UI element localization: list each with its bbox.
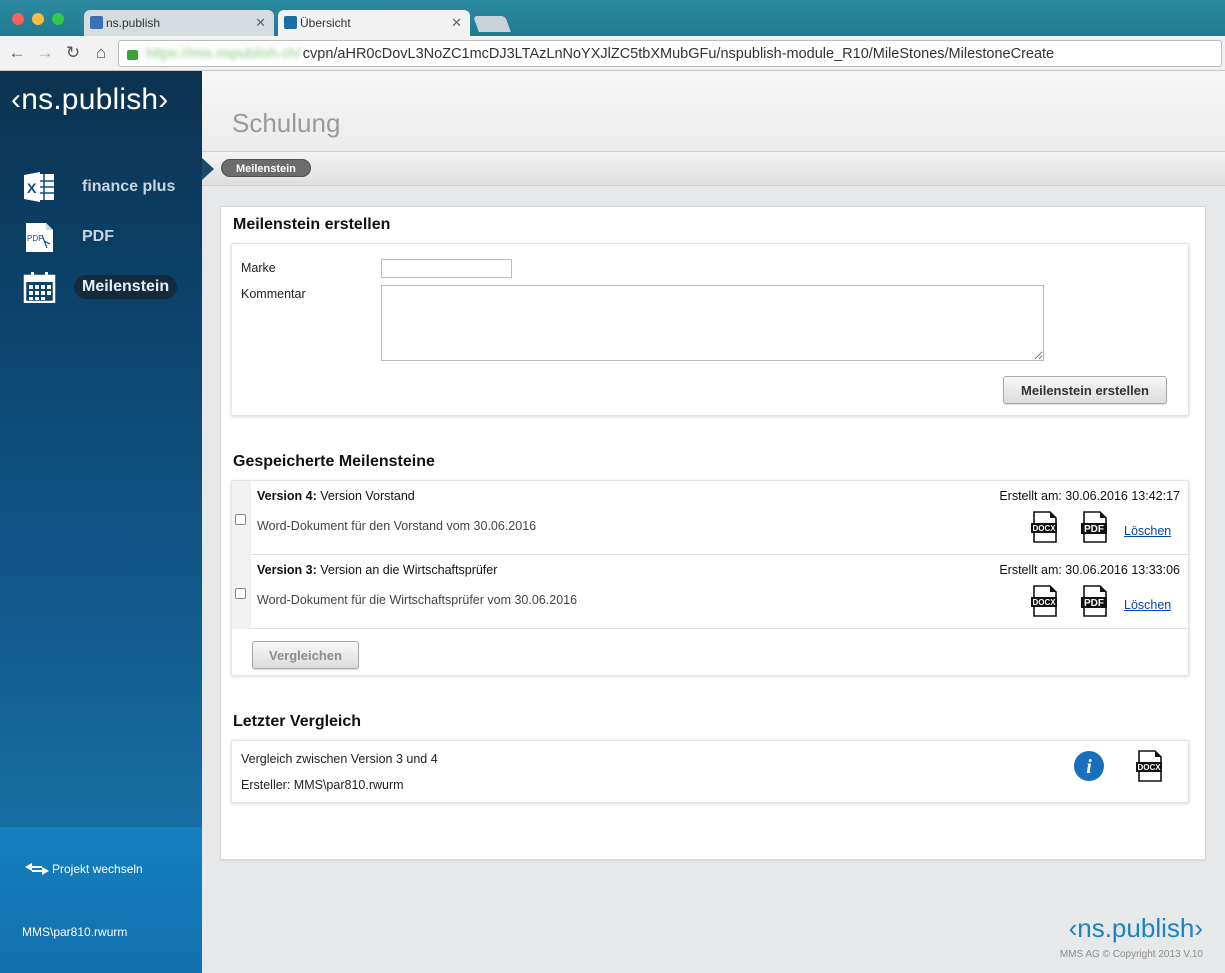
milestone-name: Version an die Wirtschaftsprüfer xyxy=(320,563,498,577)
milestone-title: Version 4: Version Vorstand xyxy=(257,489,415,503)
breadcrumb-item-meilenstein[interactable]: Meilenstein xyxy=(221,159,311,177)
docx-download-icon[interactable]: DOCX xyxy=(1135,750,1163,782)
pdf-download-icon[interactable]: PDF xyxy=(1080,585,1108,617)
docx-label: DOCX xyxy=(1032,598,1056,607)
row-checkbox-column xyxy=(232,481,251,555)
docx-label: DOCX xyxy=(1137,763,1161,772)
marke-input[interactable] xyxy=(381,259,512,278)
footer-logo: ‹ns.publish› xyxy=(1068,913,1203,943)
excel-icon: X xyxy=(22,171,56,203)
address-bar[interactable]: https://mis.nspublish.ch/ cvpn/aHR0cDovL… xyxy=(118,40,1222,67)
pdf-label: PDF xyxy=(1084,524,1104,535)
nspublish-favicon-icon xyxy=(284,16,297,29)
milestone-created: Erstellt am: 30.06.2016 13:33:06 xyxy=(999,563,1180,577)
sidebar-item-label: PDF xyxy=(82,228,114,245)
copyright-text: MMS AG © Copyright 2013 V.10 xyxy=(1059,949,1203,960)
breadcrumb-arrow-icon xyxy=(202,158,214,180)
last-compare-section-title: Letzter Vergleich xyxy=(233,713,362,730)
browser-tab-uebersicht[interactable]: Übersicht ✕ xyxy=(278,10,470,36)
new-tab-button[interactable] xyxy=(473,16,511,32)
close-tab-icon[interactable]: ✕ xyxy=(255,15,266,31)
sidebar: ‹ns.publish› X finance plus PDF PDF Meil… xyxy=(0,71,202,973)
create-milestone-form: Marke Kommentar Meilenstein erstellen xyxy=(231,243,1189,416)
milestone-title: Version 3: Version an die Wirtschaftsprü… xyxy=(257,563,497,577)
switch-project-link[interactable]: Projekt wechseln xyxy=(24,862,143,876)
saved-milestones-list: Version 4: Version Vorstand Erstellt am:… xyxy=(231,480,1190,676)
last-compare-card: Vergleich zwischen Version 3 und 4 Erste… xyxy=(231,740,1189,803)
delete-milestone-link[interactable]: Löschen xyxy=(1124,524,1171,538)
content-panel: Meilenstein erstellen Marke Kommentar Me… xyxy=(220,206,1206,860)
compare-button[interactable]: Vergleichen xyxy=(252,641,359,669)
compare-versions-text: Vergleich zwischen Version 3 und 4 xyxy=(241,752,438,766)
maximize-window-button[interactable] xyxy=(52,13,64,25)
close-window-button[interactable] xyxy=(12,13,24,25)
milestone-version: Version 4: xyxy=(257,489,317,503)
secure-lock-icon xyxy=(127,49,138,60)
milestone-version: Version 3: xyxy=(257,563,317,577)
sidebar-footer: Projekt wechseln MMS\par810.rwurm xyxy=(0,827,202,973)
sidebar-item-label: finance plus xyxy=(82,178,176,195)
milestone-row: Version 4: Version Vorstand Erstellt am:… xyxy=(232,481,1190,555)
browser-chrome: ns.publish ✕ Übersicht ✕ ← → ↻ ⌂ https:/… xyxy=(0,0,1225,71)
tab-label: Übersicht xyxy=(300,16,351,30)
delete-milestone-link[interactable]: Löschen xyxy=(1124,598,1171,612)
current-user: MMS\par810.rwurm xyxy=(22,925,128,939)
pdf-label: PDF xyxy=(1084,598,1104,609)
milestone-description: Word-Dokument für den Vorstand vom 30.06… xyxy=(257,519,537,533)
info-label: i xyxy=(1086,756,1092,778)
marke-label: Marke xyxy=(241,261,276,275)
switch-arrows-icon xyxy=(25,863,49,875)
sidebar-item-pdf[interactable]: PDF PDF xyxy=(22,221,122,253)
home-icon[interactable]: ⌂ xyxy=(91,43,111,63)
compare-author-text: Ersteller: MMS\par810.rwurm xyxy=(241,778,404,792)
url-path: cvpn/aHR0cDovL3NoZC1mcDJ3LTAzLnNoYXJlZC5… xyxy=(302,45,1055,62)
pdf-download-icon[interactable]: PDF xyxy=(1080,511,1108,543)
sidebar-item-finance-plus[interactable]: X finance plus xyxy=(22,171,183,203)
saved-section-title: Gespeicherte Meilensteine xyxy=(233,453,435,470)
forward-arrow-icon[interactable]: → xyxy=(35,43,55,63)
switch-project-label: Projekt wechseln xyxy=(52,862,143,876)
svg-text:PDF: PDF xyxy=(27,234,43,243)
milestone-checkbox[interactable] xyxy=(235,588,246,599)
browser-toolbar: ← → ↻ ⌂ https://mis.nspublish.ch/ cvpn/a… xyxy=(0,36,1225,71)
milestone-checkbox[interactable] xyxy=(235,514,246,525)
reload-icon[interactable]: ↻ xyxy=(63,43,83,63)
row-checkbox-column xyxy=(232,555,251,629)
back-arrow-icon[interactable]: ← xyxy=(7,43,27,63)
breadcrumb: Meilenstein xyxy=(202,152,1225,186)
docx-label: DOCX xyxy=(1032,524,1056,533)
pdf-icon: PDF xyxy=(22,221,56,253)
create-milestone-button[interactable]: Meilenstein erstellen xyxy=(1003,376,1167,404)
milestone-name: Version Vorstand xyxy=(320,489,415,503)
sidebar-item-label: Meilenstein xyxy=(74,275,178,299)
main-area: Schulung Meilenstein Meilenstein erstell… xyxy=(202,71,1225,973)
docx-download-icon[interactable]: DOCX xyxy=(1030,585,1058,617)
browser-tab-nspublish[interactable]: ns.publish ✕ xyxy=(84,10,274,36)
page-title: Schulung xyxy=(232,108,341,138)
url-host: https://mis.nspublish.ch/ xyxy=(146,45,301,62)
calendar-icon xyxy=(22,271,56,304)
page-header: Schulung xyxy=(202,71,1225,152)
milestone-description: Word-Dokument für die Wirtschaftsprüfer … xyxy=(257,593,578,607)
kommentar-label: Kommentar xyxy=(241,287,306,301)
close-tab-icon[interactable]: ✕ xyxy=(451,15,462,31)
info-icon[interactable]: i xyxy=(1074,751,1104,781)
sidebar-logo[interactable]: ‹ns.publish› xyxy=(11,83,168,117)
create-section-title: Meilenstein erstellen xyxy=(233,216,391,233)
kommentar-textarea[interactable] xyxy=(381,285,1044,361)
docx-download-icon[interactable]: DOCX xyxy=(1030,511,1058,543)
svg-text:X: X xyxy=(27,180,37,196)
tab-label: ns.publish xyxy=(106,16,161,30)
milestone-created: Erstellt am: 30.06.2016 13:42:17 xyxy=(999,489,1180,503)
sidebar-item-meilenstein[interactable]: Meilenstein xyxy=(22,271,178,304)
minimize-window-button[interactable] xyxy=(32,13,44,25)
lock-favicon-icon xyxy=(90,16,103,29)
milestone-row: Version 3: Version an die Wirtschaftsprü… xyxy=(232,555,1190,629)
